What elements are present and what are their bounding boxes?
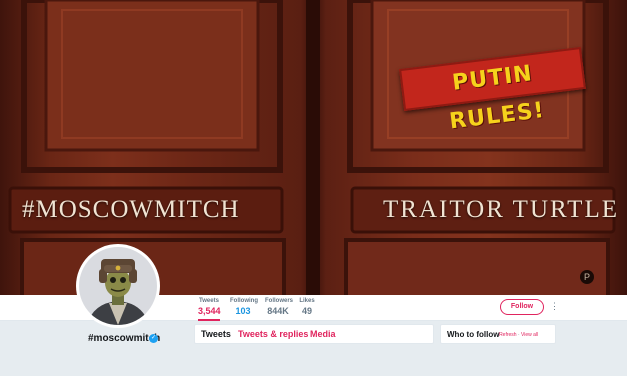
stat-following-label: Following bbox=[230, 298, 258, 304]
stat-likes[interactable]: Likes 49 bbox=[299, 298, 315, 316]
stat-tweets-value: 3,544 bbox=[198, 306, 221, 316]
stat-tweets[interactable]: Tweets 3,544 bbox=[198, 298, 221, 321]
verified-badge-icon: ✓ bbox=[149, 334, 158, 343]
refresh-link[interactable]: Refresh bbox=[499, 332, 517, 338]
stat-tweets-label: Tweets bbox=[199, 298, 219, 304]
separator-dot: · bbox=[496, 332, 498, 338]
stat-followers[interactable]: Followers 844K bbox=[265, 298, 294, 316]
stat-following[interactable]: Following 103 bbox=[230, 298, 258, 316]
stat-following-value: 103 bbox=[235, 306, 251, 316]
timeline-tabs: Tweets Tweets & replies Media bbox=[194, 324, 434, 344]
separator-dot: · bbox=[517, 332, 520, 338]
follow-button[interactable]: Follow bbox=[500, 299, 544, 315]
profile-page: #MOSCOWMITCH TRAITOR TURTLE PUTIN RULES!… bbox=[0, 0, 627, 376]
turtle-in-ushanka-avatar-image bbox=[79, 247, 157, 325]
stat-likes-value: 49 bbox=[301, 306, 312, 316]
tab-media[interactable]: Media bbox=[310, 329, 336, 339]
stat-followers-value: 844K bbox=[267, 306, 289, 316]
stat-followers-label: Followers bbox=[265, 298, 294, 304]
avatar[interactable] bbox=[76, 244, 160, 328]
left-door-plaque-text: #MOSCOWMITCH bbox=[22, 196, 240, 223]
who-to-follow-title: Who to follow bbox=[447, 330, 500, 339]
more-options-icon[interactable]: ⋮ bbox=[550, 301, 559, 311]
stat-likes-label: Likes bbox=[299, 298, 315, 304]
view-all-link[interactable]: View all bbox=[521, 332, 538, 338]
right-door-plaque-text: TRAITOR TURTLE bbox=[383, 196, 619, 223]
tab-tweets-and-replies[interactable]: Tweets & replies bbox=[238, 329, 308, 339]
corner-watermark-icon: P bbox=[580, 270, 594, 284]
who-to-follow-card: Who to follow · Refresh · View all bbox=[440, 324, 556, 344]
tab-tweets[interactable]: Tweets bbox=[201, 329, 231, 339]
who-to-follow-links: · Refresh · View all bbox=[496, 332, 538, 338]
